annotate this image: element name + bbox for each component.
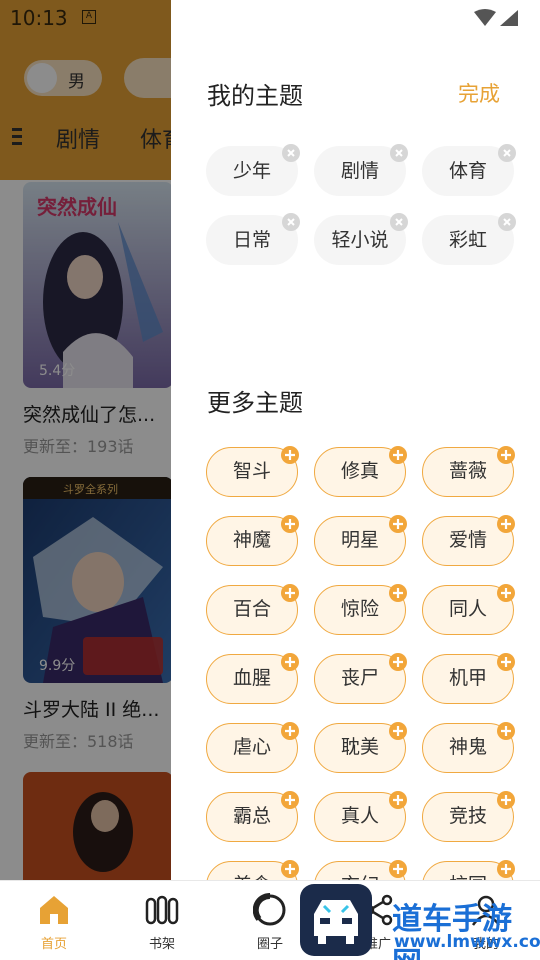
topic-label: 体育 xyxy=(448,160,487,182)
add-icon[interactable] xyxy=(497,860,515,878)
my-topic-chip[interactable]: 彩虹 xyxy=(422,213,516,265)
more-topic-chip[interactable]: 神魔 xyxy=(206,515,299,566)
home-icon xyxy=(37,893,71,927)
watermark-url: www.lmwwx.com xyxy=(394,932,540,952)
remove-icon[interactable] xyxy=(282,144,300,162)
more-topic-chip[interactable]: 神鬼 xyxy=(422,722,515,773)
add-icon[interactable] xyxy=(389,584,407,602)
more-topic-chip[interactable]: 爱情 xyxy=(422,515,515,566)
add-icon[interactable] xyxy=(281,653,299,671)
more-topic-chip[interactable]: 竞技 xyxy=(422,791,515,842)
more-topics-title: 更多主题 xyxy=(207,389,303,417)
add-icon[interactable] xyxy=(497,515,515,533)
remove-icon[interactable] xyxy=(498,213,516,231)
topic-label: 虐心 xyxy=(232,736,271,758)
my-topics-title: 我的主题 xyxy=(207,82,303,110)
add-icon[interactable] xyxy=(389,791,407,809)
topic-label: 剧情 xyxy=(340,160,379,182)
remove-icon[interactable] xyxy=(498,144,516,162)
watermark-logo-icon xyxy=(300,884,372,956)
remove-icon[interactable] xyxy=(390,213,408,231)
more-topic-chip[interactable]: 同人 xyxy=(422,584,515,635)
nav-label: 圈子 xyxy=(256,937,283,952)
circle-icon xyxy=(252,892,287,927)
more-topic-chip[interactable]: 真人 xyxy=(314,791,407,842)
topic-label: 机甲 xyxy=(448,667,487,689)
more-topic-chip[interactable]: 蔷薇 xyxy=(422,446,515,497)
add-icon[interactable] xyxy=(281,722,299,740)
nav-label: 书架 xyxy=(148,937,175,952)
topic-label: 神鬼 xyxy=(448,736,487,758)
add-icon[interactable] xyxy=(497,791,515,809)
topic-label: 霸总 xyxy=(232,805,271,827)
add-icon[interactable] xyxy=(497,584,515,602)
signal-icon xyxy=(470,8,520,28)
my-topic-chip[interactable]: 体育 xyxy=(422,144,516,196)
topic-label: 智斗 xyxy=(232,460,271,482)
more-topic-chip[interactable]: 丧尸 xyxy=(314,653,407,704)
bookshelf-icon xyxy=(145,893,179,927)
add-icon[interactable] xyxy=(497,653,515,671)
topic-drawer: 我的主题 完成 少年 剧情 体育日常 轻小说 彩虹 更多主题 智斗 修真 蔷薇神魔 明星 爱情百… xyxy=(171,0,540,911)
add-icon[interactable] xyxy=(281,860,299,878)
my-topic-chip[interactable]: 剧情 xyxy=(314,144,408,196)
topic-label: 日常 xyxy=(232,229,271,251)
topic-label: 蔷薇 xyxy=(448,460,487,482)
topic-label: 惊险 xyxy=(340,598,379,620)
add-icon[interactable] xyxy=(497,722,515,740)
topic-label: 彩虹 xyxy=(448,229,487,251)
add-icon[interactable] xyxy=(281,584,299,602)
nav-bookshelf[interactable]: 书架 xyxy=(132,893,192,952)
remove-icon[interactable] xyxy=(390,144,408,162)
topic-label: 耽美 xyxy=(340,736,379,758)
my-topic-chip[interactable]: 少年 xyxy=(206,144,300,196)
topic-label: 少年 xyxy=(232,160,271,182)
topic-label: 丧尸 xyxy=(340,667,379,689)
add-icon[interactable] xyxy=(281,446,299,464)
watermark: 道车手游网 www.lmwwx.com xyxy=(300,884,540,960)
topic-label: 爱情 xyxy=(448,529,487,551)
topic-label: 真人 xyxy=(340,805,379,827)
add-icon[interactable] xyxy=(389,515,407,533)
topic-label: 竞技 xyxy=(448,805,487,827)
done-button[interactable]: 完成 xyxy=(458,78,500,108)
my-topic-chip[interactable]: 轻小说 xyxy=(314,213,408,265)
more-topic-chip[interactable]: 机甲 xyxy=(422,653,515,704)
more-topic-chip[interactable]: 明星 xyxy=(314,515,407,566)
topic-label: 轻小说 xyxy=(331,229,389,251)
add-icon[interactable] xyxy=(389,722,407,740)
topic-label: 修真 xyxy=(340,460,379,482)
more-topic-chip[interactable]: 惊险 xyxy=(314,584,407,635)
more-topic-chip[interactable]: 修真 xyxy=(314,446,407,497)
add-icon[interactable] xyxy=(281,791,299,809)
more-topic-chip[interactable]: 虐心 xyxy=(206,722,299,773)
topic-label: 血腥 xyxy=(232,667,271,689)
my-topic-chip[interactable]: 日常 xyxy=(206,213,300,265)
remove-icon[interactable] xyxy=(282,213,300,231)
more-topic-chip[interactable]: 血腥 xyxy=(206,653,299,704)
nav-label: 首页 xyxy=(40,937,67,952)
add-icon[interactable] xyxy=(389,860,407,878)
topic-label: 同人 xyxy=(448,598,487,620)
add-icon[interactable] xyxy=(281,515,299,533)
more-topic-chip[interactable]: 百合 xyxy=(206,584,299,635)
nav-home[interactable]: 首页 xyxy=(24,893,84,952)
add-icon[interactable] xyxy=(389,653,407,671)
add-icon[interactable] xyxy=(497,446,515,464)
topic-label: 百合 xyxy=(232,598,271,620)
nav-circle[interactable]: 圈子 xyxy=(240,892,300,952)
more-topic-chip[interactable]: 霸总 xyxy=(206,791,299,842)
more-topic-chip[interactable]: 智斗 xyxy=(206,446,299,497)
add-icon[interactable] xyxy=(389,446,407,464)
more-topic-chip[interactable]: 耽美 xyxy=(314,722,407,773)
topic-label: 明星 xyxy=(340,529,379,551)
topic-label: 神魔 xyxy=(232,529,271,551)
